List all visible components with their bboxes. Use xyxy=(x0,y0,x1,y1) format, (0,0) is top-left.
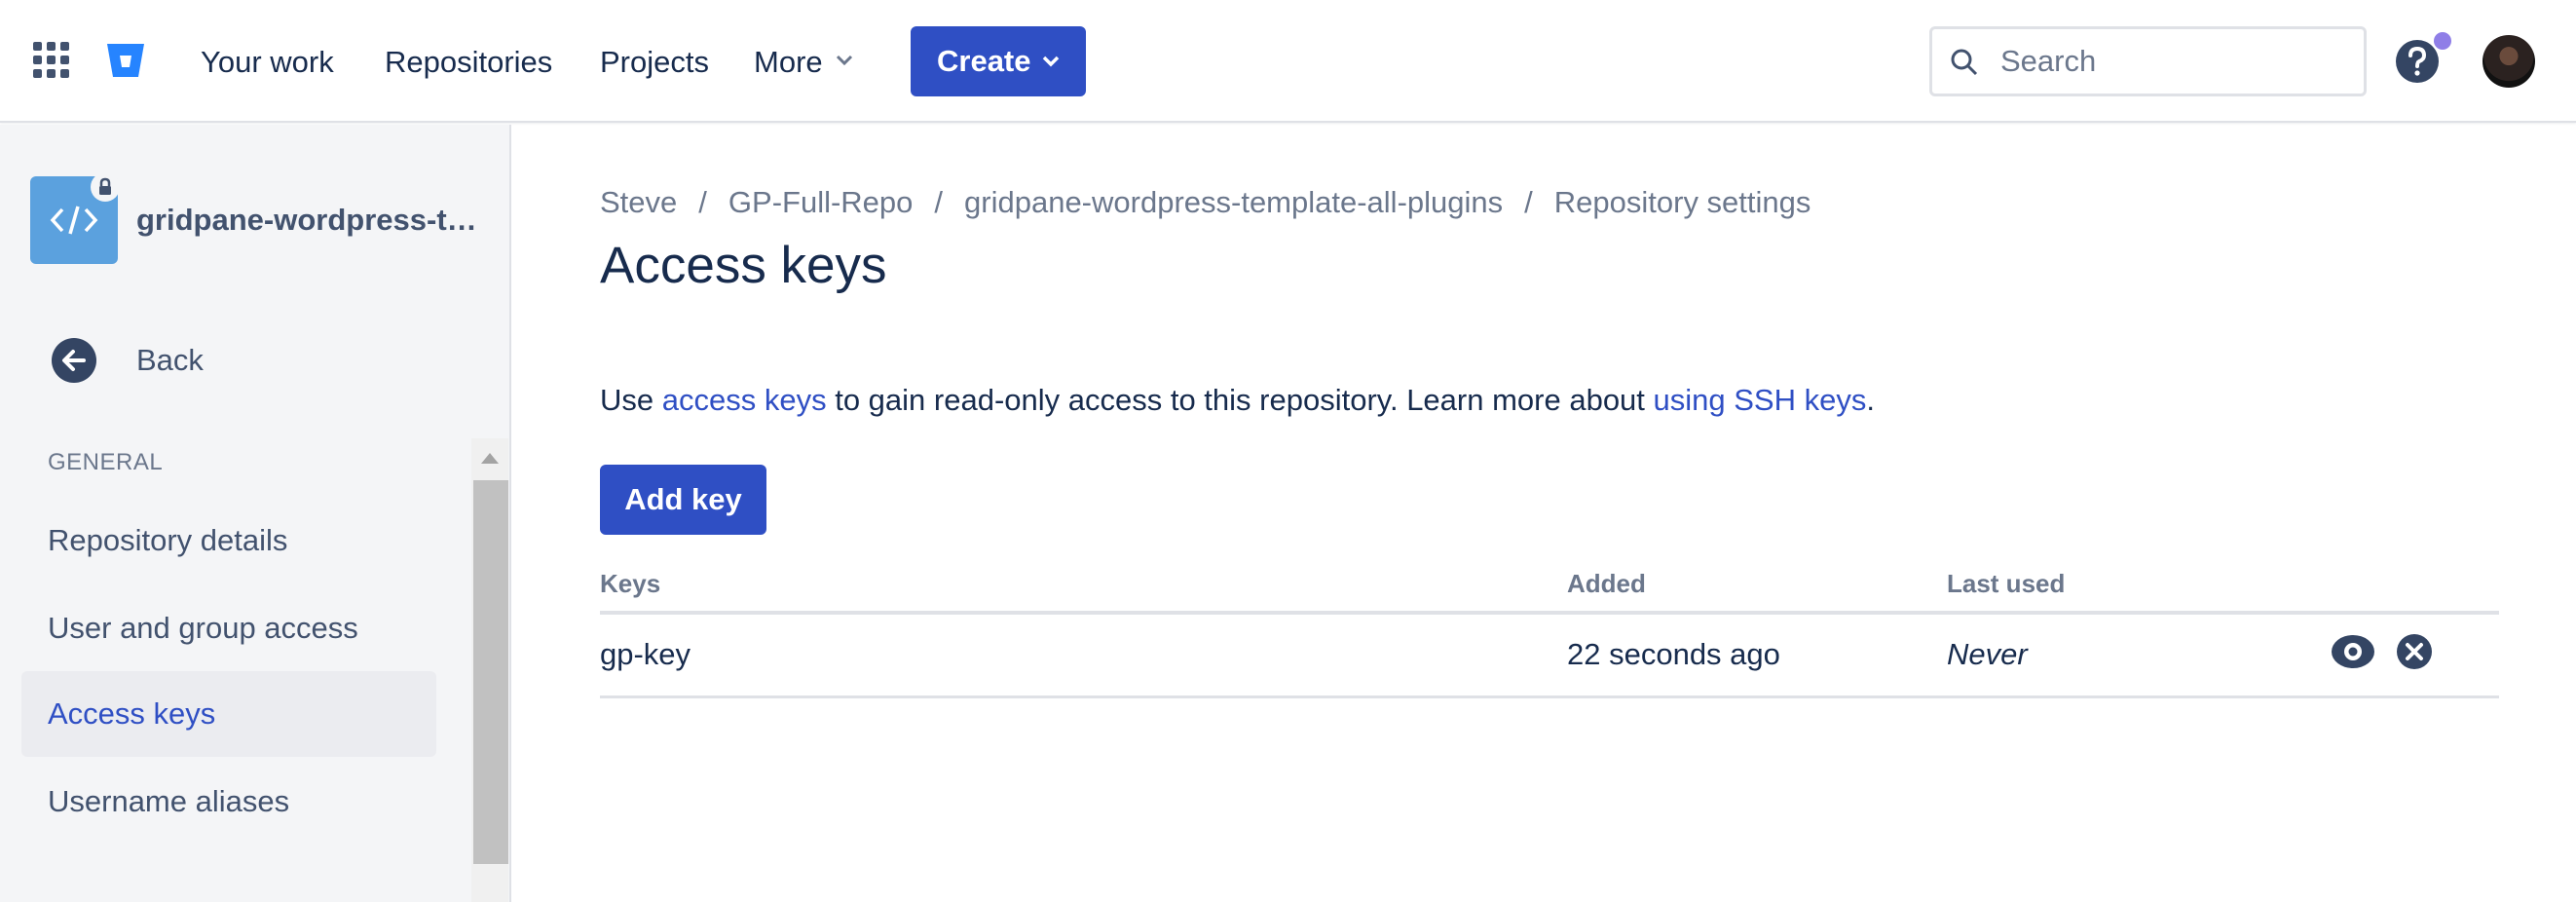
nav-projects[interactable]: Projects xyxy=(600,41,709,84)
top-navigation: Your work Repositories Projects More Cre… xyxy=(0,0,2576,123)
avatar[interactable] xyxy=(2483,35,2535,88)
column-header-added: Added xyxy=(1567,569,1646,598)
key-name: gp-key xyxy=(600,637,691,671)
intro-text-part: Use xyxy=(600,383,662,417)
close-circle-icon[interactable] xyxy=(2395,632,2434,671)
arrow-left-icon xyxy=(52,338,96,383)
column-header-last-used: Last used xyxy=(1947,569,2066,598)
search-icon xyxy=(1951,49,1978,76)
breadcrumb-gp-full-repo[interactable]: GP-Full-Repo xyxy=(728,185,914,219)
lock-icon xyxy=(91,172,120,202)
using-ssh-keys-link[interactable]: using SSH keys xyxy=(1654,383,1867,417)
search-input[interactable] xyxy=(2000,39,2351,84)
repository-name[interactable]: gridpane-wordpress-template-all-plugins xyxy=(136,203,477,238)
nav-your-work[interactable]: Your work xyxy=(201,41,334,84)
key-added: 22 seconds ago xyxy=(1567,637,1780,671)
breadcrumb-separator: / xyxy=(698,185,707,219)
page-title: Access keys xyxy=(600,237,887,294)
add-key-button[interactable]: Add key xyxy=(600,465,766,535)
sidebar-item-repository-details[interactable]: Repository details xyxy=(21,498,436,583)
back-button[interactable]: Back xyxy=(51,337,343,384)
section-heading-general: GENERAL xyxy=(48,449,164,475)
table-row-divider xyxy=(600,695,2499,698)
key-last-used: Never xyxy=(1947,637,2028,671)
intro-text-part: to gain read-only access to this reposit… xyxy=(826,383,1654,417)
intro-text-part: . xyxy=(1866,383,1875,417)
search-field[interactable] xyxy=(1929,26,2367,96)
breadcrumb-repository[interactable]: gridpane-wordpress-template-all-plugins xyxy=(964,185,1503,219)
sidebar-item-access-keys[interactable]: Access keys xyxy=(21,671,436,757)
nav-more[interactable]: More xyxy=(754,41,823,84)
bitbucket-logo-icon[interactable] xyxy=(105,41,146,80)
create-button[interactable]: Create xyxy=(911,26,1086,96)
notification-badge xyxy=(2434,32,2451,50)
sidebar-item-username-aliases[interactable]: Username aliases xyxy=(21,759,436,845)
access-keys-link[interactable]: access keys xyxy=(662,383,827,417)
create-button-label: Create xyxy=(937,44,1031,78)
breadcrumb: Steve / GP-Full-Repo / gridpane-wordpress-te… xyxy=(600,185,1811,220)
breadcrumb-separator: / xyxy=(1524,185,1533,219)
scroll-up-arrow[interactable] xyxy=(481,453,499,464)
nav-repositories[interactable]: Repositories xyxy=(385,41,552,84)
help-icon[interactable] xyxy=(2394,38,2441,85)
chevron-down-icon[interactable] xyxy=(835,54,854,67)
app-switcher-icon[interactable] xyxy=(33,42,70,79)
back-label: Back xyxy=(136,343,204,377)
breadcrumb-separator: / xyxy=(934,185,944,219)
breadcrumb-repository-settings[interactable]: Repository settings xyxy=(1554,185,1811,219)
breadcrumb-steve[interactable]: Steve xyxy=(600,185,677,219)
sidebar: gridpane-wordpress-template-all-plugins … xyxy=(0,125,511,902)
table-header-divider xyxy=(600,611,2499,615)
sidebar-item-user-and-group-access[interactable]: User and group access xyxy=(21,585,436,671)
scrollbar-thumb[interactable] xyxy=(473,480,508,864)
intro-text: Use access keys to gain read-only access… xyxy=(600,383,1875,418)
chevron-down-icon xyxy=(1042,56,1060,67)
column-header-keys: Keys xyxy=(600,569,661,598)
eye-icon[interactable] xyxy=(2331,632,2375,671)
